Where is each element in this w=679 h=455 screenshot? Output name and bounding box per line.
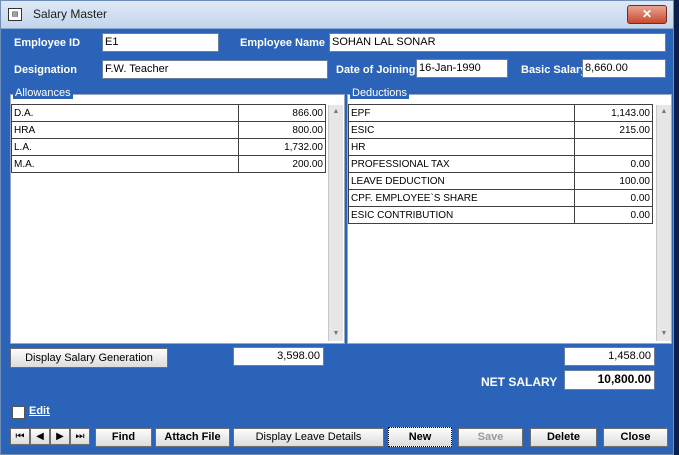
designation-field[interactable]: F.W. Teacher <box>102 60 328 79</box>
deduction-name: EPF <box>348 104 575 122</box>
title-bar: ▤ Salary Master ✕ <box>1 1 673 29</box>
allowance-amount: 800.00 <box>238 121 326 139</box>
allowance-name: HRA <box>11 121 239 139</box>
scroll-up-icon[interactable]: ▲ <box>329 105 343 119</box>
basic-salary-field[interactable]: 8,660.00 <box>582 59 666 78</box>
close-button[interactable]: Close <box>603 428 668 447</box>
table-row[interactable]: M.A. 200.00 <box>11 155 326 173</box>
designation-label: Designation <box>14 64 77 76</box>
table-row[interactable]: ESIC CONTRIBUTION 0.00 <box>348 206 653 224</box>
allowance-name: D.A. <box>11 104 239 122</box>
deduction-amount: 100.00 <box>574 172 653 190</box>
deductions-scrollbar[interactable]: ▲ ▼ <box>656 105 671 341</box>
table-row[interactable]: ESIC 215.00 <box>348 121 653 139</box>
attach-file-button[interactable]: Attach File <box>155 428 230 447</box>
salary-master-window: ▤ Salary Master ✕ Employee ID E1 Employe… <box>0 0 674 455</box>
allowances-total-field: 3,598.00 <box>233 347 324 366</box>
deduction-name: ESIC <box>348 121 575 139</box>
deduction-name: ESIC CONTRIBUTION <box>348 206 575 224</box>
window-close-button[interactable]: ✕ <box>627 5 667 24</box>
deductions-table: EPF 1,143.00 ESIC 215.00 HR PROFESSIONAL T… <box>348 104 653 224</box>
desktop-background-strip <box>674 0 679 455</box>
basic-salary-label: Basic Salary <box>521 64 587 76</box>
previous-record-icon[interactable]: ◀ <box>30 428 50 445</box>
window-title: Salary Master <box>33 7 108 21</box>
net-salary-field: 10,800.00 <box>564 370 655 390</box>
employee-id-field[interactable]: E1 <box>102 33 219 52</box>
table-row[interactable]: PROFESSIONAL TAX 0.00 <box>348 155 653 173</box>
deduction-name: CPF. EMPLOYEE`S SHARE <box>348 189 575 207</box>
next-record-icon[interactable]: ▶ <box>50 428 70 445</box>
deduction-name: HR <box>348 138 575 156</box>
scroll-up-icon[interactable]: ▲ <box>657 105 671 119</box>
allowance-name: M.A. <box>11 155 239 173</box>
edit-label[interactable]: Edit <box>29 405 50 417</box>
table-row[interactable]: EPF 1,143.00 <box>348 104 653 122</box>
find-button[interactable]: Find <box>95 428 152 447</box>
save-button[interactable]: Save <box>458 428 523 447</box>
scroll-down-icon[interactable]: ▼ <box>329 327 343 341</box>
deduction-amount: 0.00 <box>574 155 653 173</box>
delete-button[interactable]: Delete <box>530 428 597 447</box>
first-record-icon[interactable]: ⏮ <box>10 428 30 445</box>
employee-name-field[interactable]: SOHAN LAL SONAR <box>329 33 666 52</box>
employee-id-label: Employee ID <box>14 37 81 49</box>
allowance-amount: 200.00 <box>238 155 326 173</box>
table-row[interactable]: HRA 800.00 <box>11 121 326 139</box>
allowance-amount: 1,732.00 <box>238 138 326 156</box>
display-salary-generation-button[interactable]: Display Salary Generation <box>10 348 168 368</box>
employee-name-label: Employee Name <box>240 37 325 49</box>
allowance-name: L.A. <box>11 138 239 156</box>
deduction-amount: 1,143.00 <box>574 104 653 122</box>
date-of-joining-label: Date of Joining <box>336 64 416 76</box>
deduction-amount: 0.00 <box>574 206 653 224</box>
scroll-down-icon[interactable]: ▼ <box>657 327 671 341</box>
last-record-icon[interactable]: ⏭ <box>70 428 90 445</box>
deduction-amount: 0.00 <box>574 189 653 207</box>
table-row[interactable]: LEAVE DEDUCTION 100.00 <box>348 172 653 190</box>
date-of-joining-field[interactable]: 16-Jan-1990 <box>416 59 508 78</box>
new-button[interactable]: New <box>388 427 452 447</box>
table-row[interactable]: HR <box>348 138 653 156</box>
edit-checkbox[interactable] <box>12 406 25 419</box>
allowance-amount: 866.00 <box>238 104 326 122</box>
deduction-name: LEAVE DEDUCTION <box>348 172 575 190</box>
deduction-amount <box>574 138 653 156</box>
app-icon: ▤ <box>8 8 22 21</box>
deduction-amount: 215.00 <box>574 121 653 139</box>
allowances-table: D.A. 866.00 HRA 800.00 L.A. 1,732.00 M.A. 20… <box>11 104 326 173</box>
display-leave-details-button[interactable]: Display Leave Details <box>233 428 384 447</box>
allowances-legend: Allowances <box>13 87 73 99</box>
deductions-total-field: 1,458.00 <box>564 347 655 366</box>
net-salary-label: NET SALARY <box>481 375 558 389</box>
table-row[interactable]: L.A. 1,732.00 <box>11 138 326 156</box>
allowances-scrollbar[interactable]: ▲ ▼ <box>328 105 343 341</box>
table-row[interactable]: CPF. EMPLOYEE`S SHARE 0.00 <box>348 189 653 207</box>
deductions-legend: Deductions <box>350 87 410 99</box>
deduction-name: PROFESSIONAL TAX <box>348 155 575 173</box>
table-row[interactable]: D.A. 866.00 <box>11 104 326 122</box>
